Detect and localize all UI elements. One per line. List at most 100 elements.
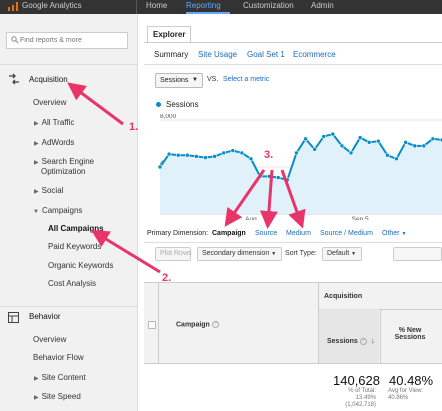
dimension-source-medium[interactable]: Source / Medium <box>320 230 373 237</box>
legend-marker <box>156 102 161 107</box>
tab-explorer[interactable]: Explorer <box>147 26 192 43</box>
expand-arrow-icon: ▶ <box>34 189 39 195</box>
sidebar-item-behavior-overview[interactable]: Overview <box>33 335 66 344</box>
subtab-summary[interactable]: Summary <box>154 50 188 59</box>
campaign-column-header[interactable]: Campaign? <box>176 321 219 328</box>
total-sessions-value: 140,628 <box>333 373 380 388</box>
sort-down-arrow-icon[interactable]: ↓ <box>371 336 375 345</box>
data-point <box>385 152 390 158</box>
chevron-down-icon: ▼ <box>271 251 277 257</box>
x-tick-label: Aug <box>245 216 257 220</box>
expand-arrow-icon: ▶ <box>34 141 39 147</box>
sidebar-item-cost-analysis[interactable]: Cost Analysis <box>48 279 96 288</box>
sidebar-item-campaigns[interactable]: ▼ Campaigns <box>33 206 82 215</box>
expand-arrow-icon: ▶ <box>34 395 39 401</box>
sidebar-item-all-traffic[interactable]: ▶ All Traffic <box>34 118 74 127</box>
data-point <box>212 154 217 159</box>
annotation-number-2: 2. <box>162 272 172 284</box>
data-point <box>421 143 427 149</box>
dimension-medium[interactable]: Medium <box>286 230 311 237</box>
help-icon[interactable]: ? <box>211 321 219 328</box>
annotation-number-3: 3. <box>264 149 274 161</box>
new-sessions-label: % New <box>398 327 422 334</box>
total-new-sub-line: Avg for View: <box>388 388 424 394</box>
top-nav-bar: Google Analytics Home Reporting Customiz… <box>0 0 442 14</box>
nav-home[interactable]: Home <box>146 1 167 10</box>
search-input[interactable] <box>20 35 124 46</box>
sidebar-item-site-content[interactable]: ▶ Site Content <box>34 373 86 382</box>
dimension-source[interactable]: Source <box>255 230 277 237</box>
vs-label: VS. <box>207 76 219 83</box>
acquisition-icon <box>9 73 19 85</box>
sidebar-item-seo[interactable]: ▶ Search Engine <box>34 157 94 166</box>
data-point <box>157 164 163 170</box>
sessions-chart[interactable]: 8,0004,000AugSep 5 <box>138 114 442 220</box>
sidebar-item-label: All Traffic <box>41 118 75 127</box>
sidebar-divider <box>0 306 138 307</box>
data-point <box>194 154 199 159</box>
data-point <box>339 143 345 149</box>
sidebar: Acquisition Overview ▶All Traffic ▶AdWor… <box>0 14 138 411</box>
sidebar-item-behavior[interactable]: Behavior <box>29 312 61 321</box>
select-all-checkbox[interactable] <box>148 321 156 329</box>
legend-label: Sessions <box>166 100 199 109</box>
subtab-goal-set-1[interactable]: Goal Set 1 <box>247 50 285 59</box>
nav-customization[interactable]: Customization <box>243 1 294 10</box>
sidebar-item-acquisition[interactable]: Acquisition <box>29 75 68 84</box>
sidebar-item-all-campaigns[interactable]: All Campaigns <box>48 224 104 233</box>
subtab-site-usage[interactable]: Site Usage <box>198 50 237 59</box>
sidebar-item-social[interactable]: ▶ Social <box>34 186 63 195</box>
chevron-down-icon: ▼ <box>192 77 198 83</box>
dimension-other[interactable]: Other ▼ <box>382 230 406 237</box>
data-point <box>376 138 381 144</box>
sort-type-select[interactable]: Default ▼ <box>322 247 362 261</box>
tab-divider <box>144 42 442 43</box>
data-point <box>257 174 263 179</box>
plot-rows-button[interactable]: Plot Rows <box>155 247 192 261</box>
y-tick-label: 8,000 <box>160 114 177 120</box>
table-search-input[interactable] <box>393 247 442 261</box>
report-search-box[interactable] <box>6 32 128 49</box>
sidebar-item-behavior-flow[interactable]: Behavior Flow <box>33 353 84 362</box>
sidebar-item-overview[interactable]: Overview <box>33 98 66 107</box>
data-point <box>366 140 372 145</box>
secondary-dimension-select[interactable]: Secondary dimension ▼ <box>197 247 282 261</box>
search-icon <box>11 36 19 44</box>
data-point <box>184 152 190 158</box>
expand-arrow-icon: ▶ <box>34 121 39 127</box>
secondary-dimension-label: Secondary dimension <box>202 250 270 257</box>
data-point <box>403 140 408 145</box>
total-new-sessions-value: 40.48% <box>389 373 434 388</box>
nav-admin[interactable]: Admin <box>311 1 334 10</box>
metric-select[interactable]: Sessions ▼ <box>155 73 203 88</box>
sessions-column-label: Sessions <box>327 338 358 345</box>
data-point <box>230 148 236 153</box>
sessions-column-header[interactable]: Sessions? ↓ <box>327 336 375 345</box>
subtab-ecommerce[interactable]: Ecommerce <box>293 50 336 59</box>
data-point <box>321 134 327 139</box>
sidebar-item-label: Site Content <box>41 373 86 382</box>
metric-select-value: Sessions <box>160 77 189 84</box>
dimension-other-label: Other <box>382 230 400 237</box>
data-point <box>303 136 308 142</box>
sidebar-item-seo-line2: Optimization <box>41 167 86 176</box>
collapse-arrow-icon: ▼ <box>33 209 39 215</box>
total-sessions-sub-line: 13.49% <box>355 395 376 401</box>
dimension-campaign[interactable]: Campaign <box>212 230 246 237</box>
sidebar-divider <box>0 64 138 65</box>
sidebar-item-adwords[interactable]: ▶ AdWords <box>34 138 74 147</box>
data-point <box>166 151 172 157</box>
select-metric-link[interactable]: Select a metric <box>223 76 269 83</box>
help-icon[interactable]: ? <box>359 337 367 345</box>
report-main: Explorer Summary Site Usage Goal Set 1 E… <box>138 14 442 411</box>
sidebar-item-paid-keywords[interactable]: Paid Keywords <box>48 242 101 251</box>
primary-dimension-label: Primary Dimension: <box>147 230 209 237</box>
data-point <box>239 150 245 156</box>
new-sessions-column-header[interactable]: % New Sessions <box>388 327 432 341</box>
acquisition-group-header: Acquisition <box>324 293 363 300</box>
sidebar-item-label: AdWords <box>41 138 75 147</box>
sidebar-item-site-speed[interactable]: ▶ Site Speed <box>34 392 81 401</box>
sidebar-item-organic-keywords[interactable]: Organic Keywords <box>48 261 113 270</box>
nav-reporting[interactable]: Reporting <box>186 1 221 10</box>
x-tick-label: Sep 5 <box>352 216 369 220</box>
